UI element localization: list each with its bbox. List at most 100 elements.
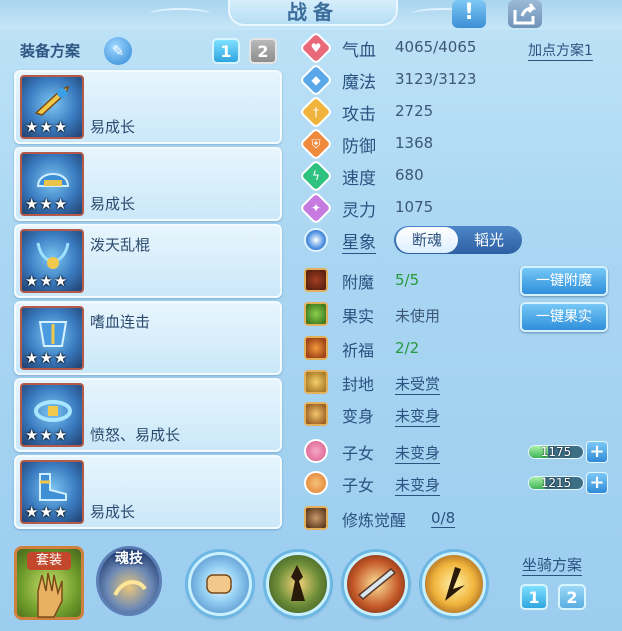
helmet-icon: ★★★ [20, 152, 84, 216]
equipment-effect: 易成长 [90, 503, 136, 521]
stat-label: 速度 [342, 169, 376, 189]
fist-skill-icon[interactable] [188, 552, 252, 616]
constellation-toggle[interactable]: 断魂 韬光 [394, 226, 522, 254]
one-click-enchant-button[interactable]: 一键附魔 [520, 266, 608, 296]
shield-icon: ⛨ [299, 127, 333, 161]
stat-row-hp: ♥ 气血 4065/4065 加点方案1 [296, 31, 618, 65]
one-click-fruit-button[interactable]: 一键果实 [520, 302, 608, 332]
constellation-option-duanhun[interactable]: 断魂 [396, 227, 458, 253]
title-bar: 战备 ! [0, 0, 622, 30]
cultivation-icon [304, 506, 328, 530]
mount-plan-1-button[interactable]: 1 [520, 584, 548, 610]
equipment-plan-title: 装备方案 [20, 42, 81, 60]
blessing-icon [304, 336, 328, 360]
attr-value: 未使用 [395, 307, 441, 325]
point-plan-link[interactable]: 加点方案1 [528, 40, 593, 61]
equipment-slot[interactable]: ★★★ 愤怒、易成长 [14, 378, 282, 452]
attr-row-transform: 变身 未变身 [296, 400, 618, 430]
equipment-slot[interactable]: ★★★ 易成长 [14, 147, 282, 221]
stat-value: 1368 [395, 134, 434, 152]
attr-label: 果实 [342, 307, 375, 326]
constellation-label[interactable]: 星象 [342, 228, 376, 254]
attr-label: 修炼觉醒 [342, 511, 407, 530]
title-ornament-left [150, 8, 210, 20]
stat-row-spirit: ✦ 灵力 1075 [296, 191, 618, 225]
attr-value[interactable]: 0/8 [431, 509, 456, 528]
equipment-slot[interactable]: ★★★ 泼天乱棍 [14, 224, 282, 298]
hand-icon [37, 572, 63, 618]
attr-value[interactable]: 未受赏 [395, 373, 441, 395]
attr-value: 5/5 [395, 271, 420, 289]
star-rating: ★★★ [25, 503, 69, 521]
pencil-icon[interactable]: ✎ [104, 37, 132, 65]
attr-value[interactable]: 未变身 [395, 442, 441, 464]
star-rating: ★★★ [25, 118, 69, 136]
soul-skill-label: 魂技 [115, 551, 143, 567]
equipment-effect: 嗜血连击 [90, 313, 151, 331]
child-2-add-button[interactable]: + [586, 472, 608, 494]
necklace-icon: ★★★ [20, 229, 84, 293]
child-orange-icon [304, 471, 328, 495]
attr-row-fief: 封地 未受赏 [296, 368, 618, 398]
window-title: 战备 [287, 0, 339, 24]
star-rating: ★★★ [25, 426, 69, 444]
stat-label: 魔法 [342, 73, 376, 93]
attr-row-cultivation: 修炼觉醒 0/8 [296, 504, 618, 534]
exclamation-icon[interactable]: ! [452, 0, 486, 28]
sword-icon: † [299, 95, 333, 129]
stat-value: 3123/3123 [395, 70, 477, 88]
attr-value[interactable]: 未变身 [395, 474, 441, 496]
attr-label: 附魔 [342, 273, 375, 292]
attr-label: 变身 [342, 407, 375, 426]
mount-plan-title: 坐骑方案 [522, 556, 583, 576]
equipment-slot[interactable]: ★★★ 易成长 [14, 70, 282, 144]
stat-row-mp: ◆ 魔法 3123/3123 [296, 63, 618, 97]
slash-skill-icon[interactable] [422, 552, 486, 616]
star-rating: ★★★ [25, 195, 69, 213]
equipment-effect: 易成长 [90, 118, 136, 136]
weapon-icon: ★★★ [20, 75, 84, 139]
attr-value[interactable]: 未变身 [395, 405, 441, 427]
suit-button[interactable]: 套装 [14, 546, 84, 620]
stat-label: 气血 [342, 41, 376, 61]
warrior-skill-icon[interactable] [266, 552, 330, 616]
mount-plan-2-button[interactable]: 2 [558, 584, 586, 610]
equipment-slot[interactable]: ★★★ 易成长 [14, 455, 282, 529]
equipment-effect: 泼天乱棍 [90, 236, 151, 254]
child-exp-value: 1175 [540, 445, 572, 459]
fruit-icon [304, 302, 328, 326]
heart-icon: ♥ [299, 31, 333, 65]
stat-value: 4065/4065 [395, 38, 477, 56]
stat-row-defense: ⛨ 防御 1368 [296, 127, 618, 161]
child-lotus-icon [304, 439, 328, 463]
stat-value: 2725 [395, 102, 434, 120]
star-icon [304, 228, 328, 252]
stats-panel: ♥ 气血 4065/4065 加点方案1 ◆ 魔法 3123/3123 † 攻击… [296, 31, 618, 534]
title-plaque: 战备 [228, 0, 398, 26]
equipment-slot[interactable]: ★★★ 嗜血连击 [14, 301, 282, 375]
equipment-effect: 愤怒、易成长 [90, 426, 181, 444]
equipment-plan-1-button[interactable]: 1 [212, 38, 240, 64]
attr-row-blessing: 祈福 2/2 [296, 334, 618, 364]
share-icon[interactable] [508, 0, 542, 28]
stat-value: 1075 [395, 198, 434, 216]
constellation-option-taoguang[interactable]: 韬光 [458, 226, 520, 254]
armor-icon: ★★★ [20, 306, 84, 370]
stat-label: 防御 [342, 137, 376, 157]
fief-icon [304, 370, 328, 394]
blade-skill-icon[interactable] [344, 552, 408, 616]
moon-icon [113, 580, 147, 597]
equipment-plan-2-button[interactable]: 2 [249, 38, 277, 64]
stat-row-speed: ϟ 速度 680 [296, 159, 618, 193]
child-exp-bar-1: 1175 [528, 445, 584, 459]
spirit-icon: ✦ [299, 191, 333, 225]
child-exp-bar-2: 1215 [528, 476, 584, 490]
attr-value: 2/2 [395, 339, 420, 357]
child-1-add-button[interactable]: + [586, 441, 608, 463]
attr-label: 祈福 [342, 341, 375, 360]
stat-label: 灵力 [342, 201, 376, 221]
stat-row-attack: † 攻击 2725 [296, 95, 618, 129]
attr-label: 封地 [342, 375, 375, 394]
stat-label: 攻击 [342, 105, 376, 125]
soul-skill-button[interactable]: 魂技 [96, 546, 162, 616]
